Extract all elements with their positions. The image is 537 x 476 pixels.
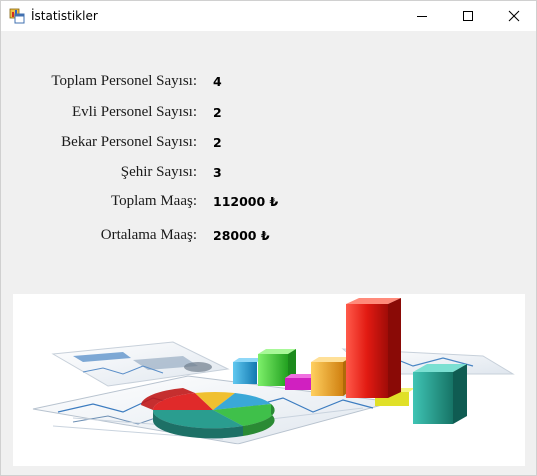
statistics-illustration (13, 294, 525, 466)
stat-row-married-personnel: Evli Personel Sayısı: 2 (1, 104, 536, 124)
city-count-value: 3 (213, 165, 222, 180)
stat-row-average-salary: Ortalama Maaş: 28000 ₺ (1, 227, 536, 247)
statistics-window: İstatistikler Toplam Personel Sayısı: 4 … (0, 0, 537, 476)
title-bar[interactable]: İstatistikler (1, 1, 536, 31)
minimize-button[interactable] (399, 1, 445, 31)
single-personnel-value: 2 (213, 135, 222, 150)
total-salary-label: Toplam Maaş: (110, 193, 197, 209)
stat-row-single-personnel: Bekar Personel Sayısı: 2 (1, 134, 536, 154)
window-title: İstatistikler (31, 9, 98, 23)
stat-row-city-count: Şehir Sayısı: 3 (1, 164, 536, 184)
total-personnel-value: 4 (213, 74, 222, 89)
close-button[interactable] (491, 1, 536, 31)
total-salary-value: 112000 ₺ (213, 194, 279, 209)
stat-row-total-salary: Toplam Maaş: 112000 ₺ (1, 193, 536, 213)
app-icon (9, 8, 25, 24)
married-personnel-label: Evli Personel Sayısı: (72, 104, 197, 120)
stat-row-total-personnel: Toplam Personel Sayısı: 4 (1, 73, 536, 93)
close-icon (508, 10, 520, 22)
average-salary-value: 28000 ₺ (213, 228, 270, 243)
city-count-label: Şehir Sayısı: (120, 164, 197, 180)
average-salary-label: Ortalama Maaş: (100, 227, 197, 243)
maximize-icon (463, 11, 473, 21)
chart-illustration-image (13, 294, 525, 466)
maximize-button[interactable] (445, 1, 491, 31)
married-personnel-value: 2 (213, 105, 222, 120)
total-personnel-label: Toplam Personel Sayısı: (51, 73, 197, 89)
minimize-icon (417, 16, 427, 17)
single-personnel-label: Bekar Personel Sayısı: (61, 134, 197, 150)
